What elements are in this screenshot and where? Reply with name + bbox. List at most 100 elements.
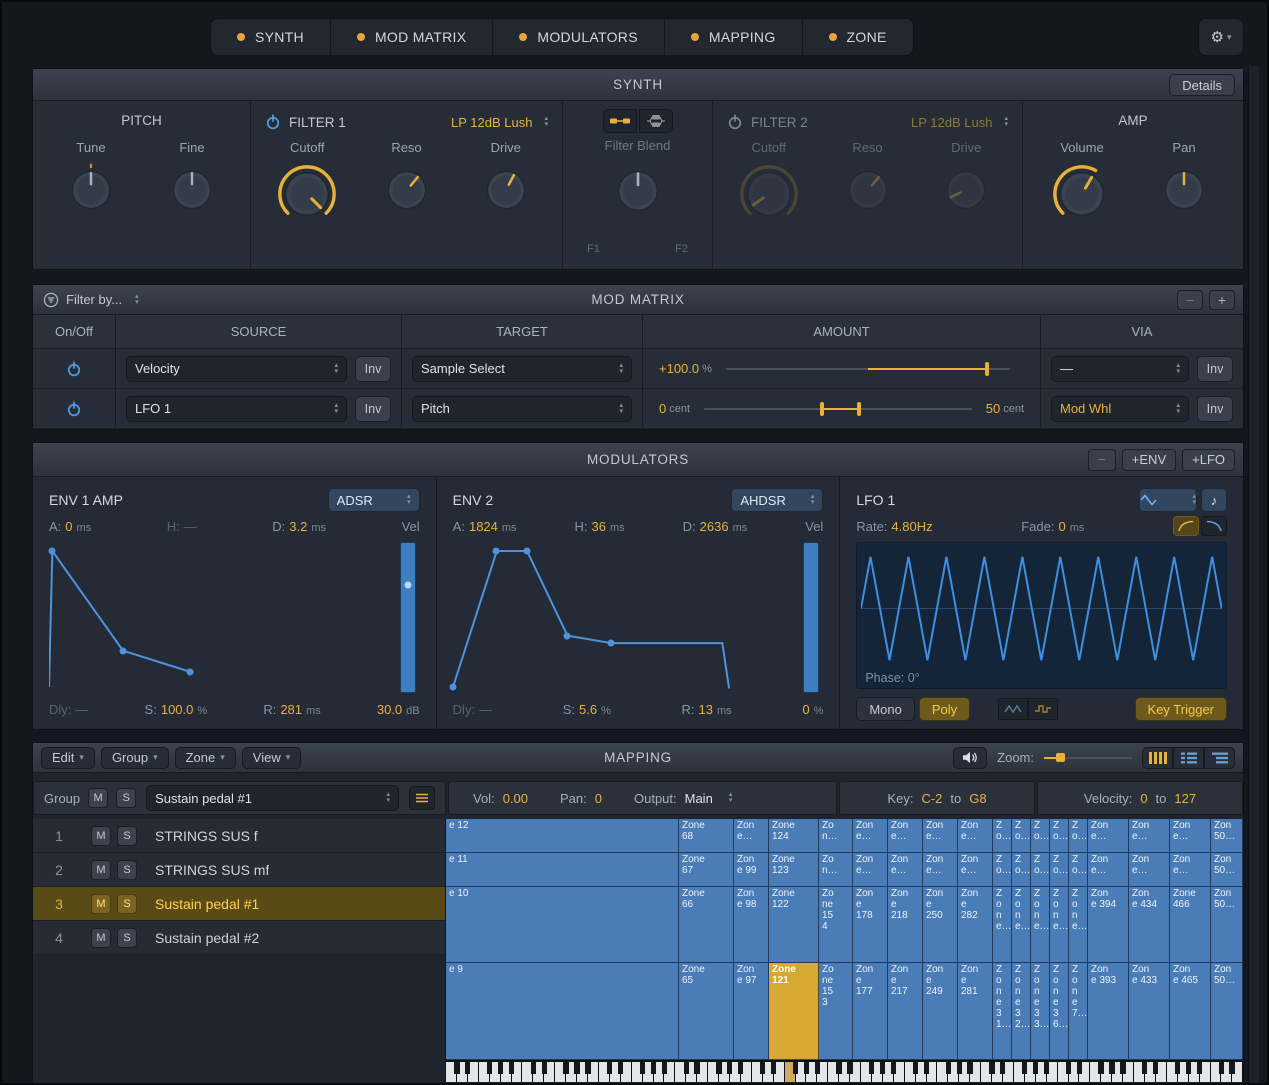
- via-select[interactable]: Mod Whl: [1051, 396, 1189, 422]
- zone-cell[interactable]: e 11: [446, 853, 679, 887]
- mute-button[interactable]: M: [91, 860, 111, 880]
- lfo-fade[interactable]: Fade: 0 ms: [1021, 519, 1084, 534]
- piano-black-key[interactable]: [1077, 1062, 1082, 1074]
- invert-button[interactable]: Inv: [355, 356, 391, 382]
- knob-dial[interactable]: [1157, 163, 1211, 217]
- zone-cell[interactable]: Zon e…: [1088, 853, 1129, 887]
- matrix-power-button[interactable]: [66, 361, 82, 377]
- zone-cell[interactable]: Zo n…: [819, 853, 853, 887]
- zone-cell[interactable]: Zone 67: [679, 853, 734, 887]
- envelope-node[interactable]: [564, 632, 571, 639]
- group-row-strings-sus-f[interactable]: 1MSSTRINGS SUS f: [33, 819, 445, 853]
- piano-black-key[interactable]: [1066, 1062, 1071, 1074]
- amount-slider[interactable]: [704, 401, 972, 417]
- zone-cell[interactable]: Zon e 177: [853, 963, 888, 1060]
- filter1-type-select[interactable]: LP 12dB Lush: [451, 115, 548, 130]
- menu-group[interactable]: Group▾: [101, 747, 169, 769]
- group-row-strings-sus-mf[interactable]: 2MSSTRINGS SUS mf: [33, 853, 445, 887]
- zone-cell[interactable]: Z o n e…: [1050, 887, 1069, 963]
- piano-black-key[interactable]: [793, 1062, 798, 1074]
- zone-view-button[interactable]: [1204, 747, 1235, 769]
- piano-black-key[interactable]: [1120, 1062, 1125, 1074]
- tab-zone[interactable]: ZONE: [803, 19, 913, 55]
- fade-out-button[interactable]: [1201, 516, 1227, 536]
- group-row-sustain-pedal-1[interactable]: 3MSSustain pedal #1: [33, 887, 445, 921]
- velocity-high-value[interactable]: 127: [1174, 791, 1196, 806]
- zone-cell[interactable]: Z o…: [1031, 853, 1050, 887]
- env2-mode-select[interactable]: AHDSR: [731, 488, 823, 512]
- tab-modulators[interactable]: MODULATORS: [493, 19, 665, 55]
- zone-cell[interactable]: Zon e…: [1170, 853, 1211, 887]
- zone-cell[interactable]: Zon e…: [958, 853, 993, 887]
- piano-black-key[interactable]: [1000, 1062, 1005, 1074]
- velocity-low-value[interactable]: 0: [1140, 791, 1147, 806]
- zone-cell[interactable]: Zon e 281: [958, 963, 993, 1060]
- piano-black-key[interactable]: [487, 1062, 492, 1074]
- piano-black-key[interactable]: [1098, 1062, 1103, 1074]
- via-select[interactable]: —: [1051, 356, 1189, 382]
- zone-cell[interactable]: Zon e 250: [923, 887, 958, 963]
- piano-black-key[interactable]: [946, 1062, 951, 1074]
- scrollbar-track[interactable]: [1248, 66, 1259, 1083]
- zone-cell[interactable]: Z o…: [1069, 853, 1088, 887]
- zone-cell[interactable]: Zon e 282: [958, 887, 993, 963]
- zone-cell[interactable]: Z o n e…: [1031, 887, 1050, 963]
- piano-black-key[interactable]: [1197, 1062, 1202, 1074]
- lfo-wave-select[interactable]: [1139, 488, 1197, 512]
- zone-cell[interactable]: Zon 50…: [1211, 819, 1243, 853]
- key-low-value[interactable]: C-2: [921, 791, 942, 806]
- menu-view[interactable]: View▾: [242, 747, 301, 769]
- piano-black-key[interactable]: [913, 1062, 918, 1074]
- zone-cell[interactable]: Zon e…: [1088, 819, 1129, 853]
- zone-cell[interactable]: e 10: [446, 887, 679, 963]
- env2-vel-slider[interactable]: [803, 542, 819, 693]
- zone-cell[interactable]: Zone 124: [769, 819, 819, 853]
- piano-black-key[interactable]: [869, 1062, 874, 1074]
- knob-dial[interactable]: [1051, 163, 1113, 225]
- piano-black-key[interactable]: [727, 1062, 732, 1074]
- details-button[interactable]: Details: [1169, 74, 1235, 96]
- zone-cell[interactable]: Z o…: [1031, 819, 1050, 853]
- piano-black-key[interactable]: [1186, 1062, 1191, 1074]
- zone-cell[interactable]: Zon e…: [958, 819, 993, 853]
- envelope-node[interactable]: [493, 548, 500, 555]
- param-r[interactable]: R:13ms: [682, 702, 732, 717]
- piano-black-key[interactable]: [1044, 1062, 1049, 1074]
- group-menu-button[interactable]: [409, 786, 435, 810]
- param-d[interactable]: D:2636ms: [683, 519, 748, 534]
- phase-readout[interactable]: Phase: 0°: [865, 671, 919, 685]
- zone-cell[interactable]: Zone 66: [679, 887, 734, 963]
- mono-button[interactable]: Mono: [856, 697, 915, 721]
- settings-button[interactable]: ⚙ ▾: [1198, 18, 1244, 56]
- envelope-node[interactable]: [449, 683, 456, 690]
- lfo-sync-button[interactable]: ♪: [1201, 488, 1227, 512]
- tab-synth[interactable]: SYNTH: [211, 19, 331, 55]
- mute-button[interactable]: M: [91, 928, 111, 948]
- zone-cell[interactable]: Zon e…: [853, 853, 888, 887]
- zone-cell[interactable]: Z o…: [1069, 819, 1088, 853]
- tab-mod-matrix[interactable]: MOD MATRIX: [331, 19, 493, 55]
- zone-cell[interactable]: Z o n e 3 2…: [1012, 963, 1031, 1060]
- env1-vel-slider[interactable]: [400, 542, 416, 693]
- slider-handle[interactable]: [820, 402, 824, 416]
- group-row-sustain-pedal-2[interactable]: 4MSSustain pedal #2: [33, 921, 445, 955]
- piano-black-key[interactable]: [509, 1062, 514, 1074]
- zone-cell[interactable]: Zo n…: [819, 819, 853, 853]
- zone-cell[interactable]: Z o…: [1012, 853, 1031, 887]
- keyboard-view-button[interactable]: [1142, 747, 1173, 769]
- zone-cell[interactable]: Zon e 465: [1170, 963, 1211, 1060]
- zone-cell[interactable]: Zon e 249: [923, 963, 958, 1060]
- vel-slider-handle[interactable]: [404, 581, 411, 588]
- menu-edit[interactable]: Edit▾: [41, 747, 95, 769]
- zone-cell[interactable]: Zone 65: [679, 963, 734, 1060]
- source-select[interactable]: LFO 1: [126, 396, 347, 422]
- param-s[interactable]: S:5.6%: [563, 702, 611, 717]
- group-mute-button[interactable]: M: [88, 788, 108, 808]
- piano-black-key[interactable]: [957, 1062, 962, 1074]
- invert-button[interactable]: Inv: [1197, 356, 1233, 382]
- key-high-value[interactable]: G8: [969, 791, 986, 806]
- piano-black-key[interactable]: [836, 1062, 841, 1074]
- param-d[interactable]: D:3.2ms: [272, 519, 326, 534]
- zone-cell[interactable]: Z o…: [993, 853, 1012, 887]
- zone-cell[interactable]: Zon e…: [1129, 819, 1170, 853]
